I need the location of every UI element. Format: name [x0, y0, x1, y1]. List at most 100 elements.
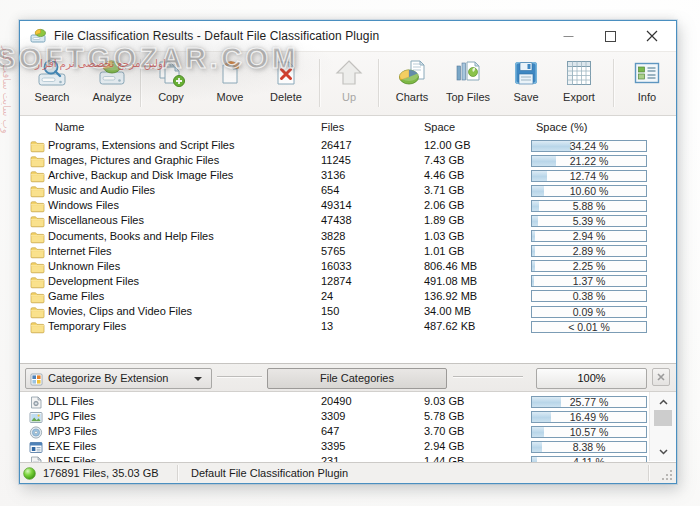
classification-rows: Programs, Extensions and Script Files 26…	[20, 138, 676, 334]
file-categories-button[interactable]: File Categories	[267, 368, 447, 389]
space-percent-value: 10.57 %	[532, 427, 646, 438]
table-row[interactable]: Archive, Backup and Disk Image Files 313…	[20, 168, 676, 183]
toolbar-button-export[interactable]: Export	[550, 55, 608, 112]
folder-icon	[30, 199, 45, 212]
resize-grip[interactable]	[661, 468, 674, 481]
close-button[interactable]	[636, 21, 668, 51]
table-row[interactable]: EXE Files 3395 2.94 GB 8.38 %	[20, 439, 676, 454]
search-icon	[37, 58, 67, 88]
toolbar-button-delete[interactable]: Delete	[257, 55, 315, 112]
extension-rows: DLL Files 20490 9.03 GB 25.77 % JPG File…	[20, 394, 676, 462]
folder-icon	[30, 184, 45, 197]
column-header-space[interactable]: Space	[424, 116, 455, 137]
column-header-space-pct[interactable]: Space (%)	[536, 116, 587, 137]
status-plugin: Default File Classification Plugin	[191, 467, 348, 479]
toolbar-dash-separator	[217, 376, 262, 377]
folder-icon	[30, 230, 45, 243]
space-percent-value: 2.89 %	[532, 246, 646, 257]
scroll-down-icon[interactable]	[650, 444, 676, 459]
mp3-icon	[29, 425, 43, 438]
table-row[interactable]: Development Files 12874 491.08 MB 1.37 %	[20, 274, 676, 289]
table-row[interactable]: Images, Pictures and Graphic Files 11245…	[20, 153, 676, 168]
row-name: EXE Files	[48, 439, 96, 454]
row-space: 806.46 MB	[424, 259, 477, 274]
toolbar-button-label: Top Files	[446, 91, 490, 103]
toolbar-button-info[interactable]: Info	[618, 55, 676, 112]
space-percent-value: 2.25 %	[532, 261, 646, 272]
row-name: Movies, Clips and Video Files	[48, 304, 192, 319]
main-toolbar: Search Analyze Copy Move	[20, 51, 676, 116]
row-space: 3.70 GB	[424, 424, 464, 439]
table-row[interactable]: Internet Files 5765 1.01 GB 2.89 %	[20, 244, 676, 259]
maximize-icon	[605, 31, 616, 42]
table-row[interactable]: JPG Files 3309 5.78 GB 16.49 %	[20, 409, 676, 424]
toolbar-button-charts[interactable]: Charts	[383, 55, 441, 112]
folder-icon	[30, 290, 45, 303]
table-row[interactable]: Documents, Books and Help Files 3828 1.0…	[20, 229, 676, 244]
row-files: 647	[321, 424, 339, 439]
row-name: Programs, Extensions and Script Files	[48, 138, 234, 153]
table-row[interactable]: Windows Files 49314 2.06 GB 5.88 %	[20, 198, 676, 213]
minimize-button[interactable]	[552, 21, 584, 51]
bottom-panel-toolbar: Categorize By Extension File Categories …	[20, 363, 676, 392]
space-percent-bar: < 0.01 %	[531, 321, 647, 333]
row-name: NEF Files	[48, 454, 96, 462]
row-files: 150	[321, 304, 339, 319]
row-space: 3.71 GB	[424, 183, 464, 198]
row-space: 2.06 GB	[424, 198, 464, 213]
toolbar-button-up[interactable]: Up	[320, 55, 378, 112]
space-percent-value: 2.94 %	[532, 231, 646, 242]
table-row[interactable]: Programs, Extensions and Script Files 26…	[20, 138, 676, 153]
categorize-mode-dropdown[interactable]: Categorize By Extension	[25, 368, 212, 389]
row-files: 16033	[321, 259, 352, 274]
space-percent-bar: 10.57 %	[531, 426, 647, 438]
row-space: 1.03 GB	[424, 229, 464, 244]
row-space: 7.43 GB	[424, 153, 464, 168]
row-space: 5.78 GB	[424, 409, 464, 424]
row-space: 34.00 MB	[424, 304, 471, 319]
vertical-scrollbar[interactable]	[649, 392, 676, 461]
space-percent-value: 1.37 %	[532, 276, 646, 287]
row-space: 487.62 KB	[424, 319, 475, 334]
space-percent-bar: 1.37 %	[531, 275, 647, 287]
row-space: 1.01 GB	[424, 244, 464, 259]
space-percent-bar: 2.89 %	[531, 245, 647, 257]
folder-icon	[30, 245, 45, 258]
title-bar[interactable]: File Classification Results - Default Fi…	[20, 21, 676, 51]
column-header-name[interactable]: Name	[55, 116, 84, 137]
toolbar-button-search[interactable]: Search	[23, 55, 81, 112]
panel-close-icon	[657, 373, 665, 381]
table-row[interactable]: Movies, Clips and Video Files 150 34.00 …	[20, 304, 676, 319]
table-row[interactable]: Temporary Files 13 487.62 KB < 0.01 %	[20, 319, 676, 334]
table-row[interactable]: DLL Files 20490 9.03 GB 25.77 %	[20, 394, 676, 409]
maximize-button[interactable]	[594, 21, 626, 51]
table-row[interactable]: Miscellaneous Files 47438 1.89 GB 5.39 %	[20, 213, 676, 228]
toolbar-button-move[interactable]: Move	[201, 55, 259, 112]
toolbar-separator	[378, 59, 379, 107]
table-row[interactable]: Music and Audio Files 654 3.71 GB 10.60 …	[20, 183, 676, 198]
charts-icon	[397, 58, 427, 88]
status-summary: 176891 Files, 35.03 GB	[43, 467, 159, 479]
toolbar-button-topfiles[interactable]: Top Files	[439, 55, 497, 112]
space-percent-bar: 10.60 %	[531, 185, 647, 197]
toolbar-button-analyze[interactable]: Analyze	[83, 55, 141, 112]
table-row[interactable]: Unknown Files 16033 806.46 MB 2.25 %	[20, 259, 676, 274]
jpg-icon	[29, 410, 43, 423]
toolbar-button-copy[interactable]: Copy	[142, 55, 200, 112]
zoom-level-box[interactable]: 100%	[536, 368, 647, 389]
toolbar-separator	[319, 59, 320, 107]
space-percent-bar: 8.38 %	[531, 441, 647, 453]
table-row[interactable]: NEF Files 231 1.44 GB 4.11 %	[20, 454, 676, 462]
scroll-up-icon[interactable]	[650, 394, 676, 409]
table-row[interactable]: MP3 Files 647 3.70 GB 10.57 %	[20, 424, 676, 439]
space-percent-bar: 0.38 %	[531, 290, 647, 302]
panel-close-button[interactable]	[652, 368, 670, 386]
row-space: 12.00 GB	[424, 138, 470, 153]
row-name: Development Files	[48, 274, 139, 289]
toolbar-separator	[140, 59, 141, 107]
toolbar-button-save[interactable]: Save	[497, 55, 555, 112]
column-header-files[interactable]: Files	[321, 116, 344, 137]
table-row[interactable]: Game Files 24 136.92 MB 0.38 %	[20, 289, 676, 304]
status-ready-icon	[23, 466, 36, 479]
scrollbar-thumb[interactable]	[654, 410, 672, 426]
